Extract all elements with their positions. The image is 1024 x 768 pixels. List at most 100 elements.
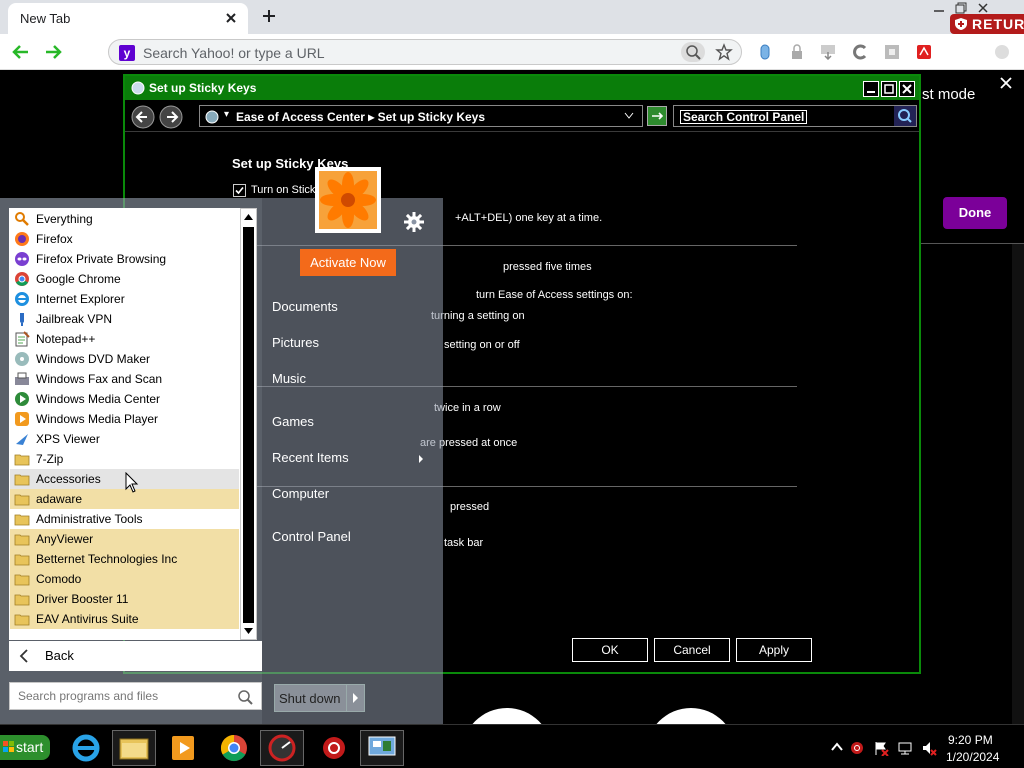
browser-tab[interactable]: New Tab	[8, 3, 248, 34]
scroll-thumb[interactable]	[243, 227, 254, 623]
restore-icon[interactable]	[954, 1, 968, 15]
scroll-down-icon[interactable]	[243, 625, 254, 637]
done-button[interactable]: Done	[943, 197, 1007, 229]
program-item[interactable]: Notepad++	[10, 329, 239, 349]
lock-icon[interactable]	[789, 44, 805, 60]
show-hidden-icons-icon[interactable]	[829, 740, 845, 756]
puzzle-extension-icon[interactable]	[884, 44, 900, 60]
taskbar-explorer-icon[interactable]	[112, 730, 156, 766]
place-pictures[interactable]: Pictures	[272, 335, 319, 350]
taskbar-security-icon[interactable]	[312, 730, 356, 766]
program-item[interactable]: 7-Zip	[10, 449, 239, 469]
program-item[interactable]: Everything	[10, 209, 239, 229]
place-computer[interactable]: Computer	[272, 486, 329, 501]
program-item[interactable]: Administrative Tools	[10, 509, 239, 529]
program-item[interactable]: Internet Explorer	[10, 289, 239, 309]
minimize-icon[interactable]	[932, 1, 946, 15]
bookmark-star-icon[interactable]	[715, 43, 733, 61]
start-button[interactable]: start	[0, 735, 50, 760]
program-item[interactable]: Driver Booster 11	[10, 589, 239, 609]
shutdown-options-arrow[interactable]	[346, 685, 364, 711]
action-center-flag-icon[interactable]	[873, 740, 889, 756]
play-sound-option: pressed	[450, 501, 490, 513]
back-arrow-icon[interactable]	[12, 43, 30, 61]
program-label: XPS Viewer	[36, 432, 100, 446]
maximize-button[interactable]	[881, 81, 897, 97]
program-label: Windows Fax and Scan	[36, 372, 163, 386]
program-item[interactable]: Firefox Private Browsing	[10, 249, 239, 269]
retur-extension-badge[interactable]: RETUR	[950, 14, 1024, 34]
pdf-extension-icon[interactable]	[916, 44, 932, 60]
breadcrumb-bar[interactable]: ▾ Ease of Access Center ▸ Set up Sticky …	[199, 105, 643, 127]
more-menu-icon[interactable]	[994, 44, 1010, 60]
program-item[interactable]: Google Chrome	[10, 269, 239, 289]
volume-muted-icon[interactable]	[921, 740, 937, 756]
taskbar-icon-option: task bar	[444, 537, 484, 549]
program-list-scrollbar[interactable]	[240, 208, 257, 640]
gear-icon[interactable]	[403, 211, 425, 233]
place-recent-items[interactable]: Recent Items	[272, 450, 349, 465]
window-titlebar[interactable]: Set up Sticky Keys	[125, 76, 919, 100]
refresh-button[interactable]	[647, 106, 667, 126]
security-tray-icon[interactable]	[849, 740, 865, 756]
close-icon[interactable]	[222, 9, 240, 27]
page-scrollbar[interactable]	[1012, 244, 1024, 724]
turn-on-sticky-checkbox[interactable]	[233, 184, 246, 197]
chevron-right-icon	[419, 455, 423, 463]
ok-button[interactable]: OK	[572, 638, 648, 662]
activate-now-button[interactable]: Activate Now	[300, 249, 396, 276]
apply-button[interactable]: Apply	[736, 638, 812, 662]
refresh-extension-icon[interactable]	[852, 44, 868, 60]
chevron-down-icon[interactable]	[624, 112, 634, 120]
program-item[interactable]: Betternet Technologies Inc	[10, 549, 239, 569]
back-button[interactable]: Back	[9, 641, 262, 671]
clock-time[interactable]: 9:20 PM	[948, 733, 993, 747]
program-item[interactable]: Comodo	[10, 569, 239, 589]
program-item[interactable]: Jailbreak VPN	[10, 309, 239, 329]
place-documents[interactable]: Documents	[272, 299, 338, 314]
program-item[interactable]: Windows Fax and Scan	[10, 369, 239, 389]
program-item[interactable]: AnyViewer	[10, 529, 239, 549]
breadcrumb-arrow-icon[interactable]: ▾	[224, 109, 229, 120]
close-button[interactable]	[899, 81, 915, 97]
program-item[interactable]: EAV Antivirus Suite	[10, 609, 239, 629]
program-item[interactable]: Windows DVD Maker	[10, 349, 239, 369]
mouse-extension-icon[interactable]	[757, 44, 773, 60]
program-item[interactable]: Firefox	[10, 229, 239, 249]
browser-tab-bar: New Tab RETUR	[0, 0, 1024, 34]
shutdown-button[interactable]: Shut down	[274, 684, 365, 712]
forward-arrow-icon[interactable]	[44, 43, 62, 61]
taskbar-ie-icon[interactable]	[64, 730, 108, 766]
download-icon[interactable]	[820, 44, 836, 60]
zoom-icon[interactable]	[681, 42, 705, 62]
firefox-private-icon	[15, 252, 29, 266]
program-item[interactable]: Windows Media Center	[10, 389, 239, 409]
address-bar[interactable]: y Search Yahoo! or type a URL	[108, 39, 742, 65]
control-panel-search[interactable]: Search Control Panel	[673, 105, 917, 127]
start-search-box[interactable]: Search programs and files	[9, 682, 262, 710]
program-item[interactable]: Windows Media Player	[10, 409, 239, 429]
search-input[interactable]: Search Control Panel	[680, 110, 808, 124]
taskbar-control-panel-icon[interactable]	[360, 730, 404, 766]
search-input[interactable]: Search programs and files	[18, 689, 158, 703]
cancel-button[interactable]: Cancel	[654, 638, 730, 662]
place-music[interactable]: Music	[272, 371, 306, 386]
minimize-button[interactable]	[863, 81, 879, 97]
plus-icon[interactable]	[260, 7, 278, 25]
search-icon[interactable]	[894, 106, 916, 126]
place-control-panel[interactable]: Control Panel	[272, 529, 351, 544]
back-forward-icon[interactable]	[129, 105, 187, 129]
network-icon[interactable]	[897, 740, 913, 756]
close-icon[interactable]	[999, 76, 1013, 90]
clock-date[interactable]: 1/20/2024	[946, 750, 999, 764]
taskbar-chrome-icon[interactable]	[212, 730, 256, 766]
close-window-icon[interactable]	[976, 1, 990, 15]
scroll-up-icon[interactable]	[243, 211, 254, 223]
taskbar-media-icon[interactable]	[162, 730, 206, 766]
chrome-icon	[15, 272, 29, 286]
program-item[interactable]: XPS Viewer	[10, 429, 239, 449]
user-picture[interactable]	[315, 167, 381, 233]
windows-flag-icon	[3, 741, 14, 752]
taskbar-speedometer-icon[interactable]	[260, 730, 304, 766]
place-games[interactable]: Games	[272, 414, 314, 429]
